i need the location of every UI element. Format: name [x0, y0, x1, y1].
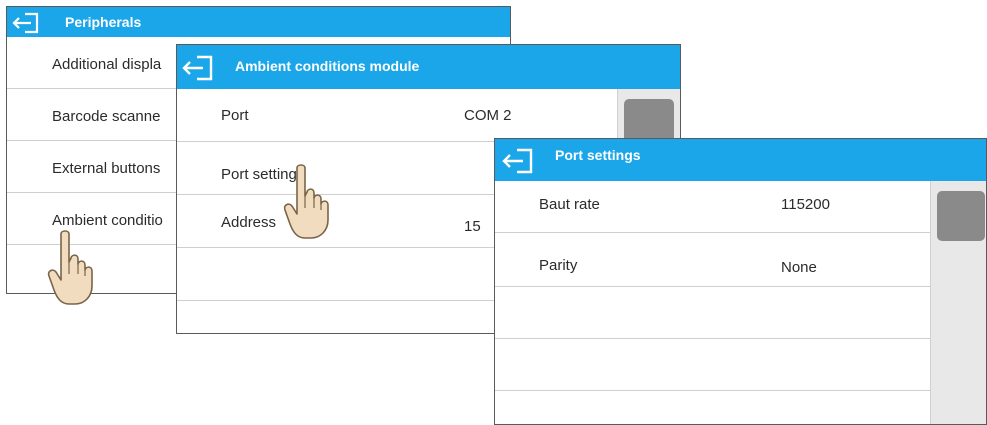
- exit-arrow-icon[interactable]: [11, 11, 47, 40]
- exit-arrow-icon[interactable]: [501, 147, 541, 180]
- setting-row-baud-rate[interactable]: Baut rate 115200: [495, 181, 931, 233]
- setting-label: Port: [221, 107, 249, 124]
- setting-label: Address: [221, 214, 277, 231]
- window-title: Port settings: [555, 147, 641, 163]
- scrollbar-thumb[interactable]: [937, 191, 985, 241]
- peripherals-titlebar: Peripherals: [7, 7, 510, 37]
- port-settings-window: Port settings Baut rate 115200 Parity No…: [494, 138, 987, 425]
- empty-row: [495, 339, 931, 391]
- setting-value: COM 2: [464, 107, 512, 124]
- setting-value: 115200: [781, 196, 830, 213]
- list-item-label: Barcode scanne: [52, 108, 161, 125]
- port-settings-titlebar: Port settings: [495, 139, 986, 181]
- setting-value: 15: [464, 218, 481, 235]
- hand-pointer-icon: [283, 164, 329, 239]
- ambient-titlebar: Ambient conditions module: [177, 45, 680, 89]
- hand-pointer-icon: [47, 230, 93, 305]
- setting-row-parity[interactable]: Parity None: [495, 233, 931, 287]
- window-title: Ambient conditions module: [235, 58, 420, 74]
- empty-row: [495, 391, 931, 424]
- window-title: Peripherals: [65, 14, 142, 30]
- exit-arrow-icon[interactable]: [181, 54, 221, 87]
- setting-label: Baut rate: [539, 196, 600, 213]
- setting-value: None: [781, 259, 817, 276]
- list-item-label: Ambient conditio: [52, 212, 163, 229]
- scrollbar[interactable]: [930, 181, 986, 424]
- setting-row-port[interactable]: Port COM 2: [177, 89, 618, 142]
- list-item-label: External buttons: [52, 160, 161, 177]
- list-item-label: Additional displa: [52, 56, 162, 73]
- setting-label: Parity: [539, 257, 578, 274]
- empty-row: [495, 287, 931, 339]
